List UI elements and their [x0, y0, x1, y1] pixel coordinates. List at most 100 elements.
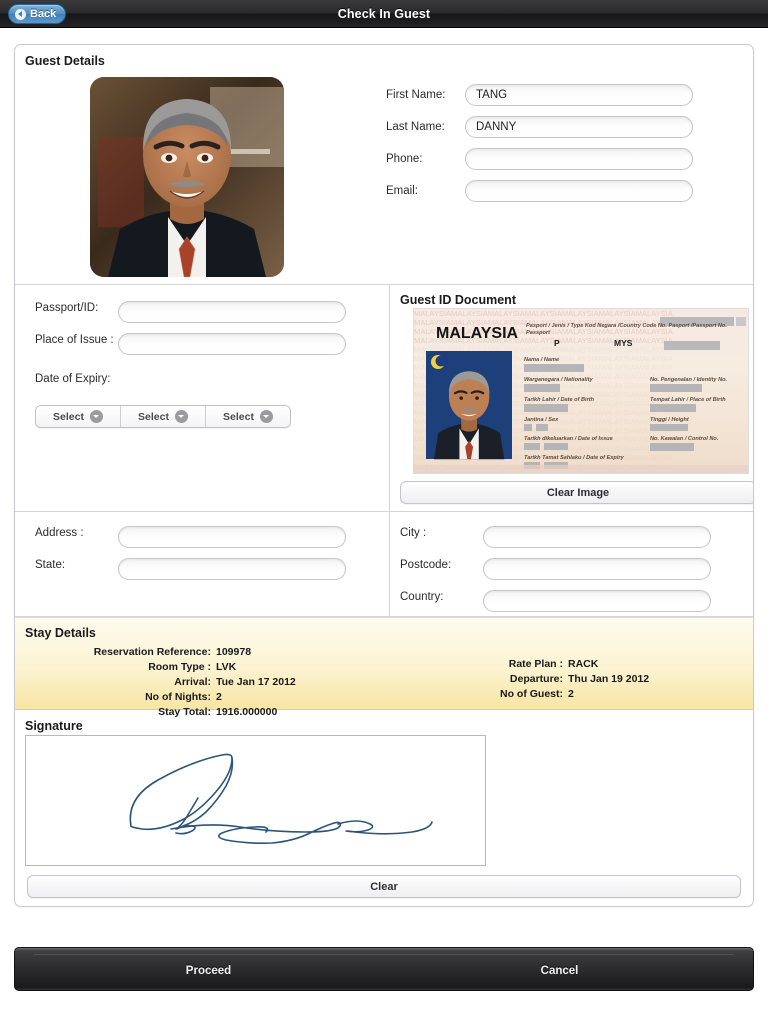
arrival-value: Tue Jan 17 2012 — [216, 676, 296, 688]
first-name-input[interactable] — [465, 84, 693, 106]
svg-text:Tempat Lahir / Place of Birth: Tempat Lahir / Place of Birth — [650, 397, 726, 403]
room-type-row: Room Type : LVK — [15, 661, 296, 674]
svg-text:Tinggi / Height: Tinggi / Height — [650, 417, 690, 423]
address-input[interactable] — [118, 526, 346, 548]
reservation-reference-row: Reservation Reference: 109978 — [15, 646, 296, 659]
city-label: City : — [400, 527, 427, 539]
no-of-guest-label: No of Guest: — [500, 688, 563, 700]
cancel-button[interactable]: Cancel — [384, 955, 735, 986]
place-of-issue-label: Place of Issue : — [35, 334, 114, 346]
email-input[interactable] — [465, 180, 693, 202]
no-of-guest-value: 2 — [568, 688, 574, 700]
arrival-label: Arrival: — [174, 676, 211, 688]
email-row: Email: — [386, 175, 693, 207]
column-divider — [389, 285, 390, 511]
signature-title: Signature — [25, 719, 83, 733]
phone-input[interactable] — [465, 148, 693, 170]
guest-id-document-title: Guest ID Document — [400, 293, 516, 307]
email-label: Email: — [386, 185, 418, 197]
postcode-row: Postcode: — [400, 558, 711, 580]
no-of-nights-label: No of Nights: — [145, 691, 211, 703]
page-body: Guest Details First Name: TANG Last Name… — [0, 28, 768, 1024]
room-type-label: Room Type : — [148, 661, 211, 673]
expiry-year-select-label: Select — [223, 410, 254, 423]
last-name-row: Last Name: — [386, 111, 693, 143]
first-name-label: First Name: — [386, 89, 446, 101]
country-label: Country: — [400, 591, 444, 603]
svg-text:Tarikh Lahir / Date of Birth: Tarikh Lahir / Date of Birth — [524, 397, 595, 403]
check-in-card: Guest Details First Name: TANG Last Name… — [14, 44, 754, 907]
clear-image-button[interactable]: Clear Image — [400, 481, 753, 504]
departure-value: Thu Jan 19 2012 — [568, 673, 650, 685]
svg-text:Warganegara / Nationality: Warganegara / Nationality — [524, 377, 593, 383]
guest-id-document-image[interactable]: MALAYSIAMALAYSIAMALAYSIAMALAYSIAMALAYSIA… — [413, 308, 749, 474]
svg-text:Passport: Passport — [526, 330, 551, 336]
svg-text:MYS: MYS — [614, 338, 633, 348]
place-of-issue-row: Place of Issue : — [35, 333, 346, 355]
departure-label: Departure: — [509, 673, 563, 685]
signature-section: Signature Clear — [15, 710, 753, 906]
phone-row: Phone: — [386, 143, 693, 175]
date-of-expiry-selects: Select Select Select — [35, 405, 291, 428]
clear-signature-button[interactable]: Clear — [27, 875, 741, 898]
signature-pad[interactable] — [25, 735, 486, 866]
cancel-button-label: Cancel — [540, 964, 579, 977]
guest-photo-image — [90, 77, 284, 277]
reservation-reference-label: Reservation Reference: — [93, 646, 211, 658]
svg-text:Nama / Name: Nama / Name — [524, 357, 559, 363]
chevron-down-icon — [174, 410, 188, 423]
no-of-nights-value: 2 — [216, 691, 222, 703]
expiry-year-select[interactable]: Select — [206, 406, 290, 427]
clear-image-button-label: Clear Image — [546, 486, 610, 499]
passport-id-row: Passport/ID: — [35, 301, 346, 323]
rate-plan-value: RACK — [568, 658, 599, 670]
expiry-month-select[interactable]: Select — [121, 406, 206, 427]
state-label: State: — [35, 559, 66, 571]
guest-fields: First Name: Last Name: Phone: Email: — [386, 79, 693, 207]
postcode-input[interactable] — [483, 558, 711, 580]
stay-details-title: Stay Details — [25, 626, 96, 640]
passport-scan-graphic: MALAYSIAMALAYSIAMALAYSIAMALAYSIAMALAYSIA… — [414, 309, 748, 473]
no-of-guest-row: No of Guest: 2 — [465, 688, 649, 701]
country-row: Country: — [400, 590, 711, 612]
svg-text:Pasport / Jenis / Type Kod: Pasport / Jenis / Type Kod Negara /Count… — [526, 323, 727, 329]
svg-text:Jantina / Sex: Jantina / Sex — [524, 417, 559, 423]
passport-id-input[interactable] — [118, 301, 346, 323]
postcode-label: Postcode: — [400, 559, 452, 571]
arrival-row: Arrival: Tue Jan 17 2012 — [15, 676, 296, 689]
last-name-input[interactable] — [465, 116, 693, 138]
phone-label: Phone: — [386, 153, 423, 165]
svg-text:P: P — [554, 338, 560, 348]
rate-plan-label: Rate Plan : — [508, 658, 563, 670]
svg-text:MALAYSIA: MALAYSIA — [436, 325, 519, 342]
address-row: Address : — [35, 526, 346, 548]
room-type-value: LVK — [216, 661, 237, 673]
bottom-toolbar: Proceed Cancel — [14, 947, 754, 991]
no-of-nights-row: No of Nights: 2 — [15, 691, 296, 704]
place-of-issue-input[interactable] — [118, 333, 346, 355]
top-navigation-bar: Back Check In Guest — [0, 0, 768, 28]
guest-photo — [90, 77, 284, 277]
clear-signature-button-label: Clear — [370, 880, 398, 893]
state-input[interactable] — [118, 558, 346, 580]
first-name-row: First Name: — [386, 79, 693, 111]
proceed-button[interactable]: Proceed — [33, 955, 384, 986]
column-divider — [389, 512, 390, 616]
toolbar-buttons: Proceed Cancel — [33, 954, 735, 986]
country-input[interactable] — [483, 590, 711, 612]
stay-details-right-column: Rate Plan : RACK Departure: Thu Jan 19 2… — [465, 658, 649, 703]
expiry-day-select[interactable]: Select — [36, 406, 121, 427]
city-input[interactable] — [483, 526, 711, 548]
svg-text:Tarikh Tamat Sahlaku / Date of: Tarikh Tamat Sahlaku / Date of Expiry — [524, 455, 625, 461]
svg-text:No. Kawalan / Control No.: No. Kawalan / Control No. — [650, 436, 719, 442]
svg-text:Tarikh dikeluarkan / Date of I: Tarikh dikeluarkan / Date of Issue — [524, 436, 613, 442]
chevron-down-icon — [259, 410, 273, 423]
passport-id-label: Passport/ID: — [35, 302, 99, 314]
guest-details-section: Guest Details First Name: TANG Last Name… — [15, 45, 753, 285]
signature-ink — [129, 753, 433, 844]
expiry-month-select-label: Select — [138, 410, 169, 423]
date-of-expiry-label: Date of Expiry: — [35, 373, 111, 385]
reservation-reference-value: 109978 — [216, 646, 252, 658]
svg-text:No. Pengenalan / Identity: No. Pengenalan / Identity No. — [650, 377, 728, 383]
chevron-down-icon — [89, 410, 103, 423]
